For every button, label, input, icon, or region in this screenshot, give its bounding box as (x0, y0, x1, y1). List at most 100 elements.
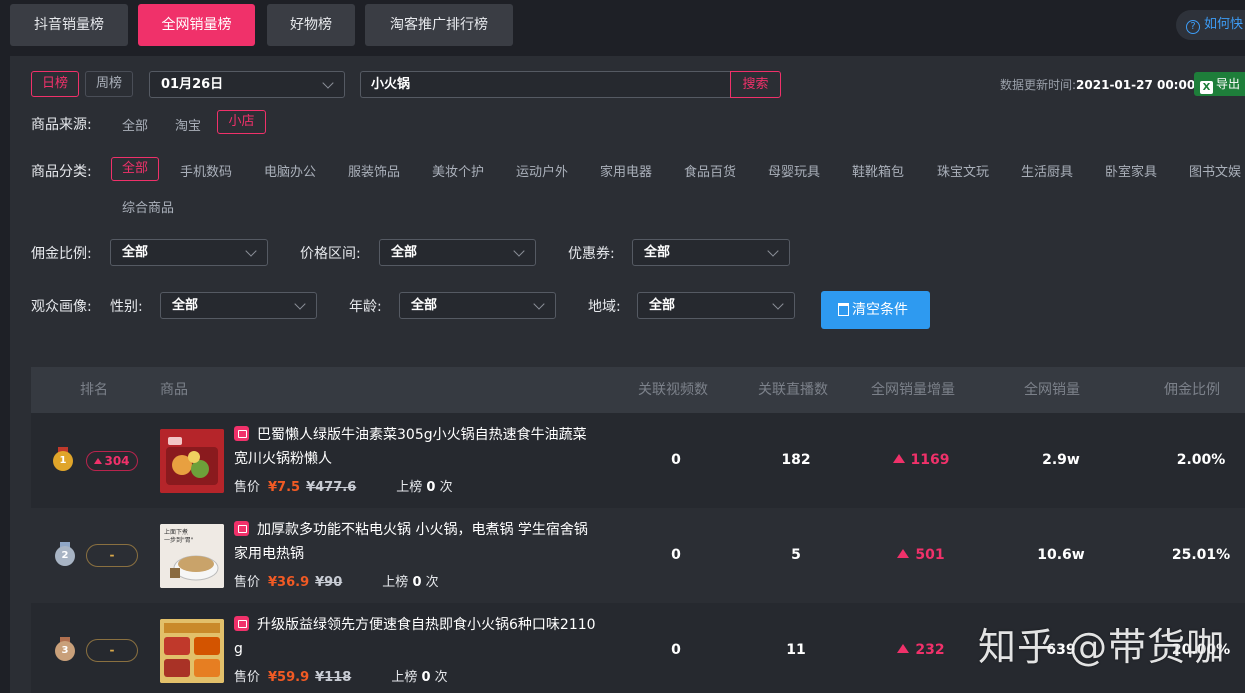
gender-select[interactable]: 全部 (160, 292, 317, 319)
category-option[interactable]: 家用电器 (600, 161, 652, 180)
product-name-line2: 宽川火锅粉懒人 (234, 451, 332, 467)
chevron-down-icon (772, 298, 784, 310)
coupon-select[interactable]: 全部 (632, 239, 790, 266)
commission-label: 佣金比例: (31, 246, 92, 262)
category-option[interactable]: 综合商品 (122, 197, 174, 216)
chevron-down-icon (294, 298, 306, 310)
table-row[interactable]: 1 304 巴蜀懒人绿版牛油素菜305g小火锅自热速食牛油蔬菜 宽川火锅粉懒人 售… (31, 413, 1245, 508)
source-label: 商品来源: (31, 117, 92, 133)
category-option[interactable]: 图书文娱 (1189, 161, 1241, 180)
search-input[interactable]: 小火锅 (360, 71, 730, 98)
commission-select[interactable]: 全部 (110, 239, 268, 266)
weekly-rank-toggle[interactable]: 周榜 (85, 71, 133, 97)
commission-rate: 25.01% (1171, 547, 1231, 563)
col-total-sales[interactable]: 全网销量 (1024, 367, 1080, 413)
category-option[interactable]: 生活厨具 (1021, 161, 1073, 180)
shop-icon (234, 616, 249, 631)
product-thumbnail[interactable]: 上面下煮 一步到"胃" (160, 524, 224, 588)
region-select[interactable]: 全部 (637, 292, 795, 319)
svg-text:上面下煮: 上面下煮 (164, 528, 188, 536)
age-select[interactable]: 全部 (399, 292, 556, 319)
product-name[interactable]: 升级版益绿领先方便速食自热即食小火锅6种口味2110 g (234, 613, 624, 661)
price-now: ¥36.9 (268, 575, 310, 590)
up-arrow-icon (892, 454, 905, 463)
howto-label: 如何快 (1204, 17, 1244, 32)
price-label: 售价 (234, 480, 261, 495)
coupon-label: 优惠券: (568, 246, 615, 262)
category-option[interactable]: 珠宝文玩 (937, 161, 989, 180)
category-option[interactable]: 母婴玩具 (768, 161, 820, 180)
category-label: 商品分类: (31, 164, 92, 180)
price-line: 售价 ¥59.9 ¥118 上榜 0 次 (234, 666, 448, 685)
search-button[interactable]: 搜索 (730, 71, 781, 98)
price-now: ¥7.5 (268, 480, 301, 495)
gender-select-value: 全部 (172, 298, 199, 313)
table-row[interactable]: 2 - 上面下煮 一步到"胃" 加厚款多功能不粘电火锅 小火锅，电煮锅 学生宿舍锅… (31, 508, 1245, 603)
col-live-count[interactable]: 关联直播数 (758, 367, 828, 413)
category-option[interactable]: 卧室家具 (1105, 161, 1157, 180)
product-name[interactable]: 巴蜀懒人绿版牛油素菜305g小火锅自热速食牛油蔬菜 宽川火锅粉懒人 (234, 423, 624, 471)
video-count: 0 (671, 452, 681, 468)
col-sales-increase[interactable]: 全网销量增量 (871, 367, 955, 413)
date-select[interactable]: 01月26日 (149, 71, 345, 98)
howto-link[interactable]: ? 如何快 (1176, 10, 1245, 40)
category-option[interactable]: 运动户外 (516, 161, 568, 180)
total-sales: 10.6w (1037, 547, 1085, 563)
category-option[interactable]: 电脑办公 (264, 161, 316, 180)
clear-filters-label: 清空条件 (852, 302, 908, 318)
category-option-all[interactable]: 全部 (111, 157, 159, 181)
region-label: 地域: (588, 299, 621, 315)
live-count: 11 (786, 642, 806, 658)
silver-medal-icon: 2 (55, 542, 75, 566)
product-thumbnail[interactable] (160, 619, 224, 683)
bronze-medal-icon: 3 (55, 637, 75, 661)
chevron-down-icon (322, 77, 334, 89)
table-header: 排名 商品 关联视频数 关联直播数 全网销量增量 全网销量 佣金比例 (31, 367, 1245, 413)
region-select-value: 全部 (649, 298, 676, 313)
filter-panel: 日榜 周榜 01月26日 小火锅 搜索 数据更新时间:2021-01-27 00… (10, 56, 1245, 693)
category-option[interactable]: 手机数码 (180, 161, 232, 180)
gender-label: 性别: (110, 299, 143, 315)
rank-change-badge: - (86, 639, 138, 662)
source-option-taobao[interactable]: 淘宝 (175, 115, 201, 134)
chevron-down-icon (513, 245, 525, 257)
product-thumbnail[interactable] (160, 429, 224, 493)
category-option[interactable]: 食品百货 (684, 161, 736, 180)
product-name-line2: 家用电热锅 (234, 546, 304, 562)
col-video-count[interactable]: 关联视频数 (638, 367, 708, 413)
sales-increase: 232 (866, 603, 976, 693)
price-label: 售价 (234, 670, 261, 685)
price-line: 售价 ¥36.9 ¥90 上榜 0 次 (234, 571, 439, 590)
age-label: 年龄: (349, 299, 382, 315)
tab-douyin-sales[interactable]: 抖音销量榜 (10, 4, 128, 46)
audience-label: 观众画像: (31, 299, 92, 315)
category-option[interactable]: 鞋靴箱包 (852, 161, 904, 180)
tab-good-items[interactable]: 好物榜 (267, 4, 355, 46)
export-button[interactable]: X 导出 (1194, 72, 1245, 96)
col-product: 商品 (160, 382, 188, 398)
price-range-select[interactable]: 全部 (379, 239, 536, 266)
clear-filters-button[interactable]: 清空条件 (821, 291, 930, 329)
sales-increase: 501 (866, 508, 976, 603)
tab-taoke-ranking[interactable]: 淘客推广排行榜 (365, 4, 513, 46)
daily-rank-toggle[interactable]: 日榜 (31, 71, 79, 97)
tab-all-network-sales[interactable]: 全网销量榜 (138, 4, 255, 46)
export-label: 导出 (1216, 77, 1241, 91)
rank-times: 上榜 0 次 (396, 480, 453, 495)
up-arrow-icon (897, 644, 910, 653)
source-option-all[interactable]: 全部 (122, 115, 148, 134)
col-rank: 排名 (80, 382, 108, 398)
coupon-select-value: 全部 (644, 245, 671, 260)
top-tab-bar: 抖音销量榜 全网销量榜 好物榜 淘客推广排行榜 ? 如何快 (0, 0, 1245, 54)
excel-icon: X (1200, 81, 1213, 94)
rank-change-badge: - (86, 544, 138, 567)
product-name-line2: g (234, 641, 243, 657)
category-option[interactable]: 服装饰品 (348, 161, 400, 180)
product-name[interactable]: 加厚款多功能不粘电火锅 小火锅，电煮锅 学生宿舍锅 家用电热锅 (234, 518, 624, 566)
source-option-xiaodian[interactable]: 小店 (217, 110, 266, 134)
col-commission[interactable]: 佣金比例 (1164, 367, 1220, 413)
update-time-label: 数据更新时间: (1000, 78, 1077, 92)
category-option[interactable]: 美妆个护 (432, 161, 484, 180)
total-sales: 2.9w (1042, 452, 1080, 468)
chevron-down-icon (767, 245, 779, 257)
